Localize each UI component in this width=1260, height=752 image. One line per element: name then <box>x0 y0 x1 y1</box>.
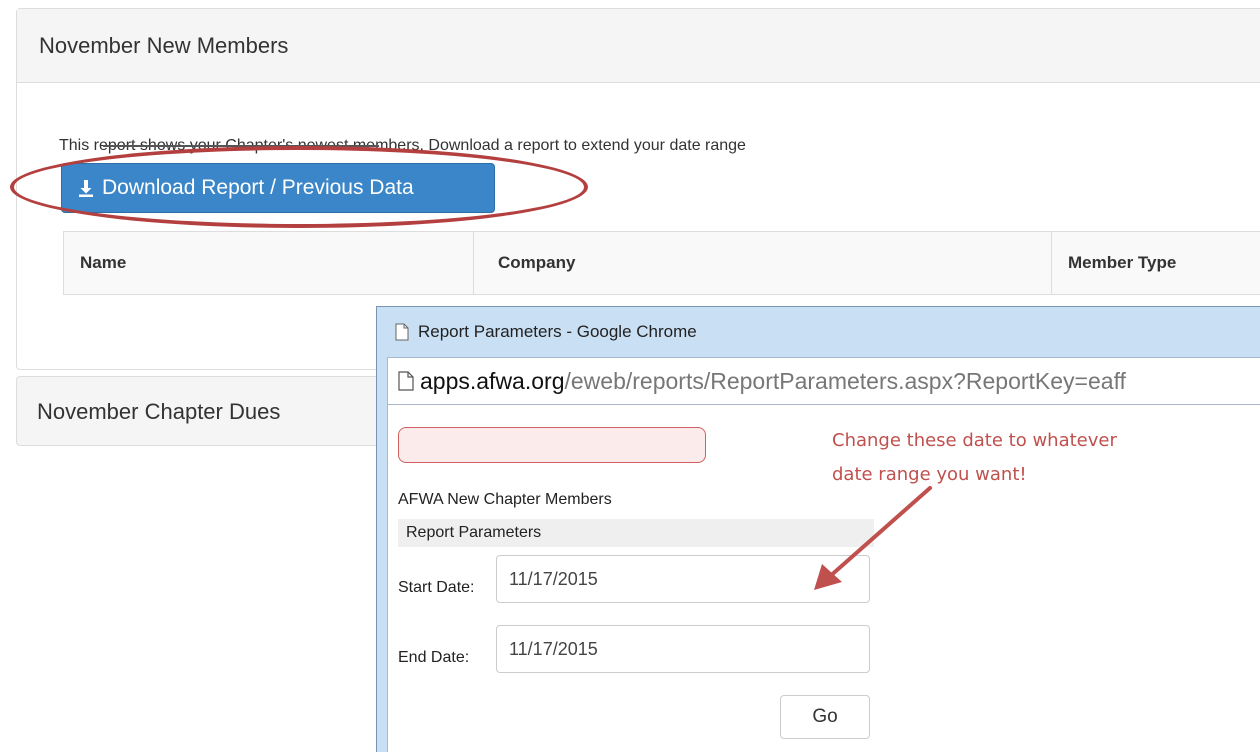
new-members-heading: November New Members <box>17 9 1260 83</box>
column-header-name[interactable]: Name <box>64 232 474 294</box>
chapter-dues-heading: November Chapter Dues <box>37 399 281 424</box>
parameters-header: Report Parameters <box>398 519 874 547</box>
address-bar[interactable]: apps.afwa.org/eweb/reports/ReportParamet… <box>387 357 1260 405</box>
start-date-input[interactable] <box>496 555 870 603</box>
column-header-company[interactable]: Company <box>474 232 1052 294</box>
report-title: AFWA New Chapter Members <box>398 491 612 508</box>
download-report-button[interactable]: Download Report / Previous Data <box>61 163 495 213</box>
page-icon <box>395 323 409 341</box>
members-table-header: Name Company Member Type <box>63 231 1260 295</box>
column-header-member-type[interactable]: Member Type <box>1052 232 1260 294</box>
validation-message-box <box>398 427 706 463</box>
download-button-label: Download Report / Previous Data <box>102 176 414 199</box>
end-date-label: End Date: <box>398 649 470 666</box>
go-button[interactable]: Go <box>780 695 870 739</box>
annotation-line-1: Change these date to whatever <box>832 430 1117 451</box>
report-parameters-window: Report Parameters - Google Chrome apps.a… <box>376 306 1260 752</box>
window-title: Report Parameters - Google Chrome <box>418 322 697 341</box>
strikethrough-mark <box>103 145 379 147</box>
url-host: apps.afwa.org <box>420 367 565 394</box>
annotation-line-2: date range you want! <box>832 464 1027 485</box>
start-date-label: Start Date: <box>398 579 475 596</box>
download-icon <box>79 180 93 197</box>
annotation-text: Change these date to whatever date range… <box>832 424 1117 492</box>
window-titlebar[interactable]: Report Parameters - Google Chrome <box>377 307 1260 357</box>
url-path: /eweb/reports/ReportParameters.aspx?Repo… <box>564 367 1126 394</box>
page-icon <box>398 371 414 391</box>
end-date-input[interactable] <box>496 625 870 673</box>
popup-content: AFWA New Chapter Members Report Paramete… <box>387 405 1260 752</box>
